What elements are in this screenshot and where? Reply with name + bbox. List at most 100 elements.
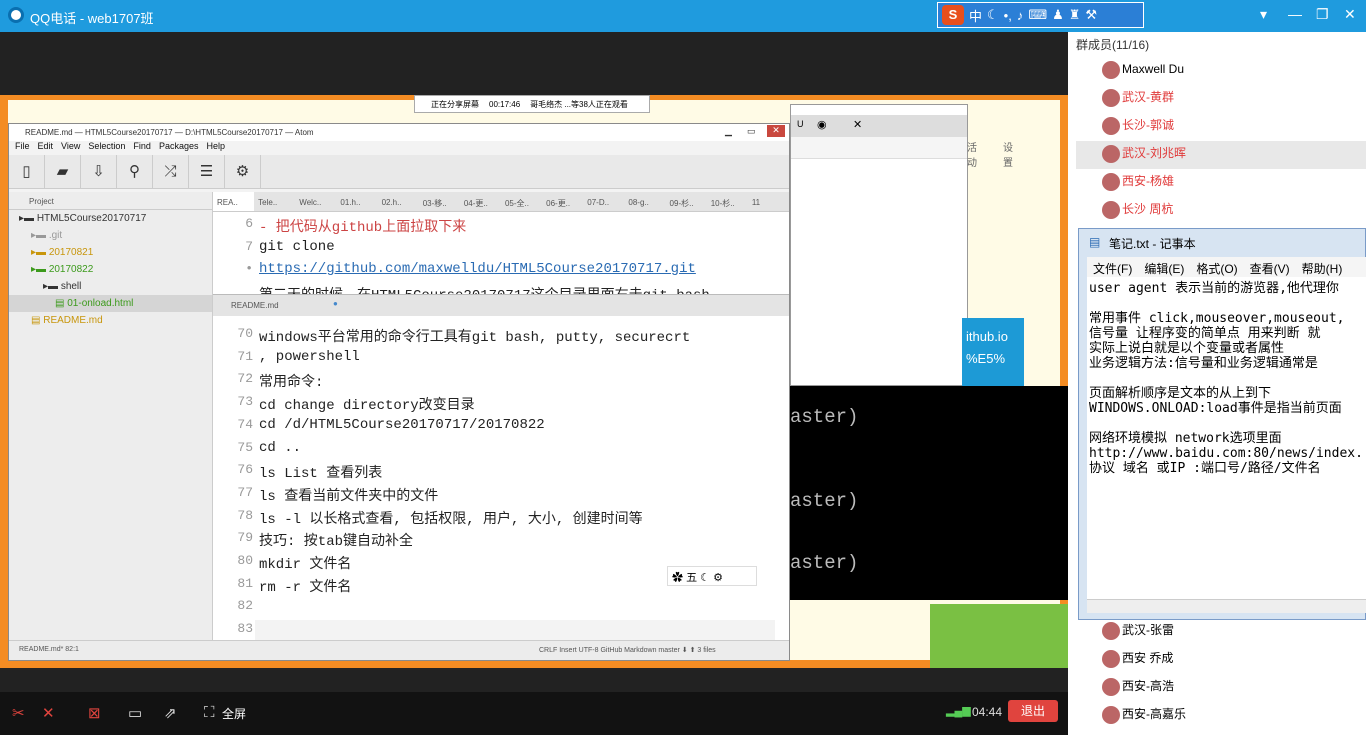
member-item[interactable]: 武汉-黄群 xyxy=(1102,83,1174,111)
speaker-off-icon[interactable]: ✕ xyxy=(42,704,55,722)
new-file-icon[interactable]: ▯ xyxy=(9,155,45,189)
moon-icon[interactable]: ☾ xyxy=(987,7,999,23)
editor-tab[interactable]: 08-g.. xyxy=(624,192,665,211)
notepad-menu-item[interactable]: 查看(V) xyxy=(1250,260,1290,276)
close-button[interactable]: ✕ xyxy=(1344,6,1356,23)
keyboard-icon[interactable]: ⌨ xyxy=(1028,7,1047,23)
user-icon[interactable]: ♟ xyxy=(1052,7,1064,23)
atom-minimize-button[interactable]: ▁ xyxy=(725,126,732,137)
camera-off-icon[interactable]: ⊠ xyxy=(88,704,101,722)
tree-item[interactable]: ▸▬ 20170822 xyxy=(9,261,212,278)
notepad-menu-item[interactable]: 编辑(E) xyxy=(1144,260,1184,276)
line-number: 82 xyxy=(237,598,253,614)
fullscreen-label[interactable]: 全屏 xyxy=(222,705,246,722)
editor-tab[interactable]: 02.h.. xyxy=(378,192,419,211)
minimize-button[interactable]: — xyxy=(1288,6,1302,22)
ime-mode[interactable]: 中 xyxy=(969,6,982,25)
notepad-text-area[interactable]: user agent 表示当前的游览器,他代理你 常用事件 click,mouse… xyxy=(1087,277,1366,603)
editor-tab[interactable]: REA.. xyxy=(213,192,255,211)
mic-icon[interactable]: ♪ xyxy=(1017,8,1024,23)
editor-tab[interactable]: 09-杉.. xyxy=(666,192,707,211)
notepad-menu-item[interactable]: 格式(O) xyxy=(1196,260,1237,276)
punct-icon[interactable]: •, xyxy=(1004,8,1012,23)
menu-edit[interactable]: Edit xyxy=(38,141,54,155)
save-icon[interactable]: ⇩ xyxy=(81,155,117,189)
screen-share-icon[interactable]: ▭ xyxy=(128,704,142,722)
settings-icon[interactable]: ▾ xyxy=(1260,6,1267,23)
member-item[interactable]: Maxwell Du xyxy=(1102,55,1184,83)
gear-icon[interactable]: ⚙ xyxy=(225,155,261,189)
open-folder-icon[interactable]: ▰ xyxy=(45,155,81,189)
menu-file[interactable]: File xyxy=(15,141,30,155)
search-icon[interactable]: ⚲ xyxy=(117,155,153,189)
tree-item[interactable]: ▸▬ 20170821 xyxy=(9,244,212,261)
tree-item[interactable]: ▤ README.md xyxy=(9,312,212,329)
editor-tab[interactable]: 07-D.. xyxy=(583,192,624,211)
tree-item[interactable]: ▤ 01-onload.html xyxy=(9,295,212,312)
member-item[interactable]: 长沙-郭诚 xyxy=(1102,111,1174,139)
ime-float-bar[interactable]: ✿ 五 ☾ ⚙ xyxy=(667,566,757,586)
book-icon[interactable]: ✕ xyxy=(853,118,862,131)
notepad-menu-item[interactable]: 帮助(H) xyxy=(1302,260,1343,276)
member-item[interactable]: 武汉-刘兆晖 xyxy=(1102,139,1186,167)
paw-icon[interactable]: ✿ xyxy=(672,572,683,584)
nav-settings[interactable]: 设置 xyxy=(1003,139,1013,169)
shirt-icon[interactable]: ♜ xyxy=(1069,7,1081,23)
menu-selection[interactable]: Selection xyxy=(88,141,125,155)
atom-close-button[interactable]: ✕ xyxy=(767,125,785,137)
menu-view[interactable]: View xyxy=(61,141,80,155)
maximize-button[interactable]: ❐ xyxy=(1316,6,1329,23)
qq-logo-icon xyxy=(8,7,24,23)
ime-float-mode[interactable]: 五 xyxy=(686,572,697,584)
share-arrow-icon[interactable]: ⇗ xyxy=(164,704,177,722)
editor-tab[interactable]: 01.h.. xyxy=(336,192,377,211)
moon-icon[interactable]: ☾ xyxy=(700,572,710,584)
notepad-line: 实际上说白就是以个变量或者属性 xyxy=(1089,341,1285,356)
member-item[interactable]: 西安-高嘉乐 xyxy=(1102,700,1186,728)
notepad-line: WINDOWS.ONLOAD:load事件是指当前页面 xyxy=(1089,401,1342,416)
editor-tab[interactable]: 03-移.. xyxy=(419,192,460,211)
tree-item-label: shell xyxy=(60,281,82,292)
fullscreen-icon[interactable]: ⛶ xyxy=(204,704,215,721)
editor-tab[interactable]: 11 xyxy=(748,192,789,211)
mic-off-icon[interactable]: ✂ xyxy=(12,704,25,722)
sogou-logo-icon[interactable]: S xyxy=(942,5,964,25)
status-right[interactable]: CRLF Insert UTF-8 GitHub Markdown master… xyxy=(539,646,716,654)
pane2-tab[interactable]: README.md xyxy=(231,301,279,310)
editor-tab[interactable]: 06-更.. xyxy=(542,192,583,211)
gear-icon[interactable]: ⚙ xyxy=(713,572,723,584)
list-icon[interactable]: ☰ xyxy=(189,155,225,189)
code-line: ls 查看当前文件夹中的文件 xyxy=(259,488,439,505)
tree-item[interactable]: ▸▬ .git xyxy=(9,227,212,244)
menu-packages[interactable]: Packages xyxy=(159,141,199,155)
notepad-menu-item[interactable]: 文件(F) xyxy=(1093,260,1132,276)
menu-help[interactable]: Help xyxy=(206,141,225,155)
member-item[interactable]: 西安-高浩 xyxy=(1102,672,1174,700)
github-icon[interactable]: ◉ xyxy=(817,118,827,131)
editor-tab[interactable]: 10-杉.. xyxy=(707,192,748,211)
editor-tab[interactable]: Tele.. xyxy=(254,192,295,211)
editor-tab[interactable]: 05-全.. xyxy=(501,192,542,211)
chrome-tab[interactable]: U xyxy=(797,119,804,129)
editor-pane-bottom[interactable]: ✿ 五 ☾ ⚙ 70 windows平台常用的命令行工具有git bash, pu… xyxy=(213,316,789,640)
nav-activity[interactable]: 活动 xyxy=(967,139,977,169)
tree-item[interactable]: ▸▬ HTML5Course20170717 xyxy=(9,210,212,227)
exit-button[interactable]: 退出 xyxy=(1008,700,1058,722)
status-file[interactable]: README.md* 82:1 xyxy=(19,646,79,653)
member-item[interactable]: 西安-杨雄 xyxy=(1102,167,1174,195)
member-item[interactable]: 长沙 周杭 xyxy=(1102,195,1173,223)
member-item[interactable]: 武汉-张雷 xyxy=(1102,616,1174,644)
editor-tab[interactable]: 04-更.. xyxy=(460,192,501,211)
editor-tab[interactable]: Welc.. xyxy=(295,192,336,211)
tree-item[interactable]: ▸▬ shell xyxy=(9,278,212,295)
ime-toolbar[interactable]: S 中 ☾ •, ♪ ⌨ ♟ ♜ ⚒ xyxy=(937,2,1144,28)
member-item[interactable]: 西安 乔成 xyxy=(1102,644,1173,672)
horizontal-scrollbar[interactable] xyxy=(1087,599,1366,613)
shuffle-icon[interactable]: ⤮ xyxy=(153,155,189,189)
atom-toolbar: ▯ ▰ ⇩ ⚲ ⤮ ☰ ⚙ xyxy=(9,155,789,189)
atom-maximize-button[interactable]: ▭ xyxy=(747,126,756,137)
notepad-line: 业务逻辑方法:信号量和业务逻辑通常是 xyxy=(1089,356,1318,371)
editor-pane-top[interactable]: 6 - 把代码从github上面拉取下来 7 git clone • https://… xyxy=(213,212,789,294)
wrench-icon[interactable]: ⚒ xyxy=(1085,7,1097,23)
menu-find[interactable]: Find xyxy=(133,141,151,155)
